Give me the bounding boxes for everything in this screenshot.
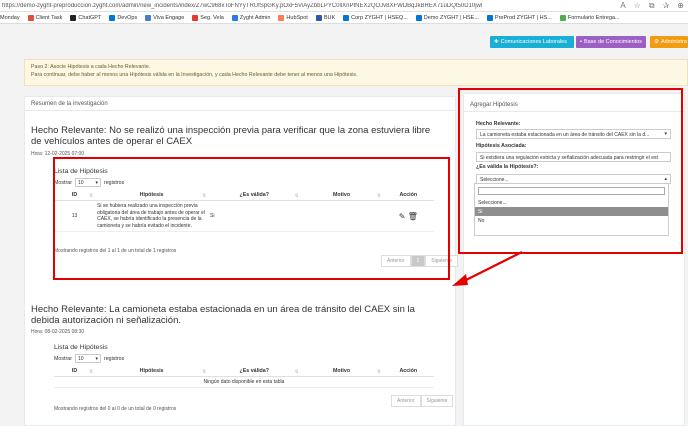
bookmark-item[interactable]: Seg. Vela bbox=[192, 14, 224, 21]
hipotesis-table-2: ID ⇅ Hipótesis ⇅ ¿Es válida? ⇅ Motivo ⇅ Acci… bbox=[54, 366, 434, 388]
arrow-line bbox=[461, 251, 523, 283]
bookmark-item[interactable]: HubSpot bbox=[278, 14, 308, 21]
megaphone-icon: ✚ bbox=[494, 39, 499, 45]
bookmark-item[interactable]: BUK bbox=[315, 14, 336, 21]
bookmark-favicon-icon bbox=[559, 14, 566, 21]
bookmark-favicon-icon bbox=[70, 14, 77, 21]
next-button[interactable]: Siguiente bbox=[420, 395, 454, 407]
comunicaciones-button[interactable]: ✚ Comunicaciones Laborales bbox=[490, 36, 574, 48]
bookmark-label: PreProd ZYGHT | HS... bbox=[494, 14, 552, 21]
read-aloud-icon[interactable]: A bbox=[620, 1, 625, 11]
step-alert: Paso 2: Asocie Hipótesis a cada Hecho Re… bbox=[24, 59, 688, 86]
bookmark-label: DevOps bbox=[117, 14, 138, 21]
bookmark-label: ChatGPT bbox=[78, 14, 102, 21]
bookmark-item[interactable]: DevOps bbox=[109, 14, 138, 21]
hecho-relevante-2-title: Hecho Relevante: La camioneta estaba est… bbox=[31, 304, 415, 326]
bookmark-favicon-icon bbox=[415, 14, 422, 21]
bookmark-favicon-icon bbox=[343, 14, 350, 21]
favorites-icon[interactable]: ✰ bbox=[663, 1, 670, 11]
bookmark-favicon-icon bbox=[486, 14, 493, 21]
bookmark-item[interactable]: ChatGPT bbox=[70, 14, 102, 21]
bookmark-favicon-icon bbox=[192, 14, 199, 21]
bookmark-label: Zyght Admin bbox=[239, 14, 271, 21]
bookmark-favicon-icon bbox=[27, 14, 34, 21]
browser-actions: A ☆ ⧉ ✰ ⊕ bbox=[620, 1, 684, 11]
alert-line-1: Paso 2: Asocie Hipótesis a cada Hecho Re… bbox=[31, 64, 151, 70]
arrow-head bbox=[452, 274, 468, 286]
bookmark-favicon-icon bbox=[278, 14, 285, 21]
col-motivo[interactable]: Motivo ⇅ bbox=[300, 366, 383, 377]
col-id[interactable]: ID ⇅ bbox=[54, 366, 96, 377]
collections-icon[interactable]: ⊕ bbox=[677, 1, 684, 11]
col-valida[interactable]: ¿Es válida? ⇅ bbox=[208, 366, 301, 377]
bookmarks-bar: Monday Client Task ChatGPT DevOps Viva Engag… bbox=[0, 12, 688, 24]
base-conocimientos-button[interactable]: ▪ Base de Conocimientos bbox=[576, 36, 646, 48]
alert-line-2: Para continuar, debe haber al menos una … bbox=[31, 72, 358, 78]
app-topbar: ✚ Comunicaciones Laborales ▪ Base de Con… bbox=[0, 36, 688, 50]
bookmark-item[interactable]: Monday bbox=[0, 15, 20, 21]
bookmark-label: Seg. Vela bbox=[200, 14, 224, 21]
bookmark-label: Formulario Entrega... bbox=[567, 14, 620, 21]
sort-icon: ⇅ bbox=[89, 369, 94, 374]
bookmark-label: BUK bbox=[323, 14, 336, 21]
bookmark-label: Demo ZYGHT | HSE... bbox=[423, 14, 479, 21]
lista-title: Lista de Hipótesis bbox=[54, 344, 108, 351]
address-bar[interactable]: https://demo-zyght-preproduccion.zyght.c… bbox=[0, 0, 688, 12]
chevron-down-icon: ▾ bbox=[95, 355, 98, 362]
bookmark-label: Client Task bbox=[35, 14, 63, 21]
book-icon: ▪ bbox=[580, 39, 582, 45]
url-text[interactable]: https://demo-zyght-preproduccion.zyght.c… bbox=[2, 3, 482, 9]
empty-message: Ningún dato disponible en esta tabla bbox=[54, 376, 434, 388]
bookmark-item[interactable]: PreProd ZYGHT | HS... bbox=[486, 14, 552, 21]
bookmark-favicon-icon bbox=[231, 14, 238, 21]
col-hipotesis[interactable]: Hipótesis ⇅ bbox=[95, 366, 209, 377]
bookmark-item[interactable]: Corp ZYGHT | HSEQ... bbox=[343, 14, 408, 21]
bookmark-item[interactable]: Formulario Entrega... bbox=[559, 14, 620, 21]
bookmark-favicon-icon bbox=[109, 14, 116, 21]
panel-title: Resumen de la investigación bbox=[25, 97, 455, 111]
hecho-2-hora: Hora: 08-02-2025 08:30 bbox=[31, 329, 85, 335]
bookmark-item[interactable]: Client Task bbox=[27, 14, 63, 21]
bookmark-item[interactable]: Demo ZYGHT | HSE... bbox=[415, 14, 479, 21]
annotation-box-table bbox=[53, 157, 450, 280]
bookmark-label: Corp ZYGHT | HSEQ... bbox=[351, 14, 408, 21]
annotation-arrow bbox=[452, 251, 523, 286]
favorite-star-icon[interactable]: ☆ bbox=[634, 1, 641, 11]
annotation-box-right bbox=[458, 88, 683, 254]
bookmark-label: Viva Engage bbox=[153, 14, 185, 21]
sort-icon: ⇅ bbox=[202, 369, 207, 374]
empty-row: Ningún dato disponible en esta tabla bbox=[54, 376, 434, 388]
sort-icon: ⇅ bbox=[376, 369, 381, 374]
hecho-relevante-1-title: Hecho Relevante: No se realizó una inspe… bbox=[31, 125, 431, 147]
bookmark-item[interactable]: Zyght Admin bbox=[231, 14, 271, 21]
page-size-control: Mostrar 10 ▾ registros bbox=[54, 354, 125, 363]
sort-icon: ⇅ bbox=[294, 369, 299, 374]
bookmark-item[interactable]: Viva Engage bbox=[145, 14, 185, 21]
gear-icon: ⚙ bbox=[654, 39, 659, 45]
page-size-select[interactable]: 10 ▾ bbox=[74, 354, 101, 363]
administra-button[interactable]: ⚙ Administra bbox=[650, 36, 688, 48]
prev-button[interactable]: Anterior bbox=[391, 395, 421, 407]
bookmark-favicon-icon bbox=[145, 14, 152, 21]
col-accion: Acción bbox=[382, 366, 434, 377]
split-screen-icon[interactable]: ⧉ bbox=[649, 1, 655, 11]
bookmark-favicon-icon bbox=[315, 14, 322, 21]
bookmark-label: Monday bbox=[0, 14, 20, 21]
pagination-2: Anterior Siguiente bbox=[391, 395, 454, 407]
bookmark-label: HubSpot bbox=[286, 14, 308, 21]
